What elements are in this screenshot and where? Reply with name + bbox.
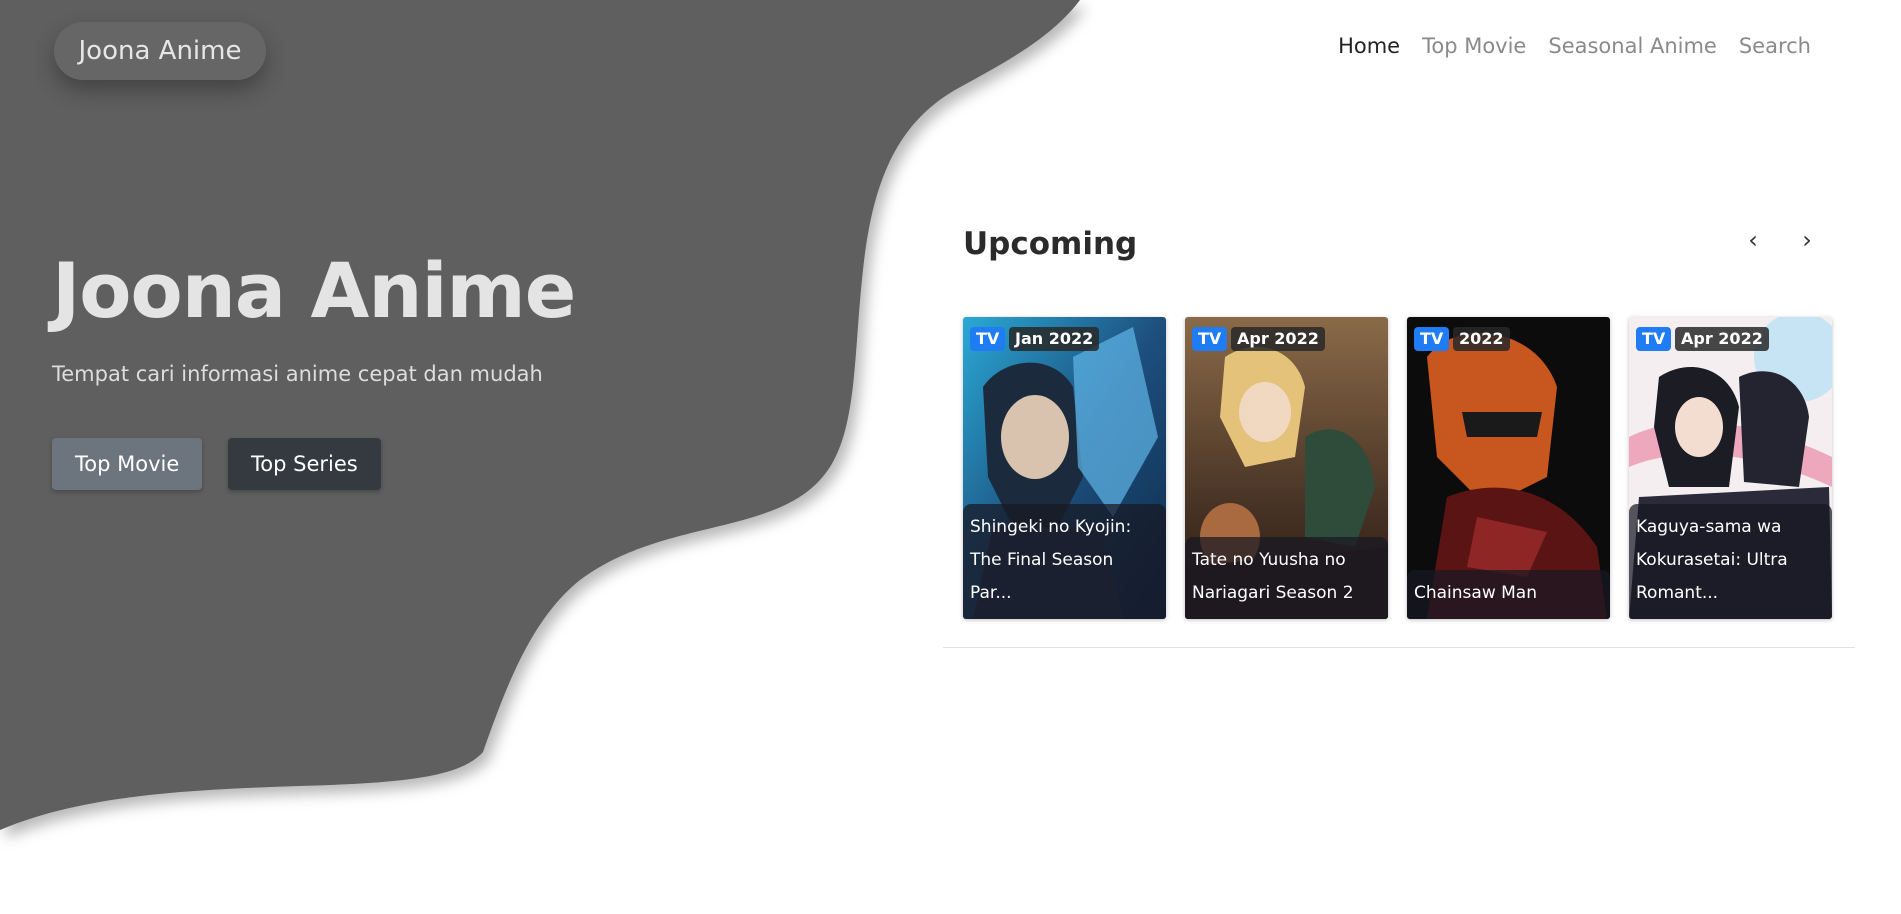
card-title: Tate no Yuusha no Nariagari Season 2: [1185, 537, 1388, 619]
upcoming-title: Upcoming: [963, 226, 1138, 262]
date-badge: 2022: [1453, 327, 1510, 351]
upcoming-carousel: TV Jan 2022 Shingeki no Kyojin: The Fina…: [963, 317, 1832, 619]
nav-home[interactable]: Home: [1338, 34, 1400, 58]
card-title: Shingeki no Kyojin: The Final Season Par…: [963, 504, 1166, 619]
main-nav: Home Top Movie Seasonal Anime Search: [1338, 34, 1811, 58]
anime-card[interactable]: TV Jan 2022 Shingeki no Kyojin: The Fina…: [963, 317, 1166, 619]
upcoming-section: Upcoming ‹ › TV Jan 2022 Shingeki no Kyo…: [943, 200, 1855, 650]
anime-card[interactable]: TV Apr 2022 Tate no Yuusha no Nariagari …: [1185, 317, 1388, 619]
nav-top-movie[interactable]: Top Movie: [1422, 34, 1526, 58]
type-badge: TV: [1414, 327, 1450, 351]
type-badge: TV: [1192, 327, 1228, 351]
brand-logo[interactable]: Joona Anime: [54, 22, 266, 80]
hero-subtitle: Tempat cari informasi anime cepat dan mu…: [52, 362, 543, 386]
type-badge: TV: [970, 327, 1006, 351]
anime-card[interactable]: TV 2022 Chainsaw Man: [1407, 317, 1610, 619]
date-badge: Apr 2022: [1675, 327, 1769, 351]
carousel-next-icon[interactable]: ›: [1792, 222, 1822, 258]
carousel-prev-icon[interactable]: ‹: [1738, 222, 1768, 258]
card-title: Kaguya-sama wa Kokurasetai: Ultra Romant…: [1629, 504, 1832, 619]
type-badge: TV: [1636, 327, 1672, 351]
nav-seasonal-anime[interactable]: Seasonal Anime: [1548, 34, 1716, 58]
hero-title: Joona Anime: [52, 246, 576, 335]
top-series-button[interactable]: Top Series: [228, 438, 381, 490]
anime-card[interactable]: TV Apr 2022 Kaguya-sama wa Kokurasetai: …: [1629, 317, 1832, 619]
top-movie-button[interactable]: Top Movie: [52, 438, 203, 490]
date-badge: Apr 2022: [1231, 327, 1325, 351]
nav-search[interactable]: Search: [1739, 34, 1811, 58]
card-title: Chainsaw Man: [1407, 570, 1610, 619]
section-divider: [943, 647, 1855, 648]
date-badge: Jan 2022: [1009, 327, 1100, 351]
